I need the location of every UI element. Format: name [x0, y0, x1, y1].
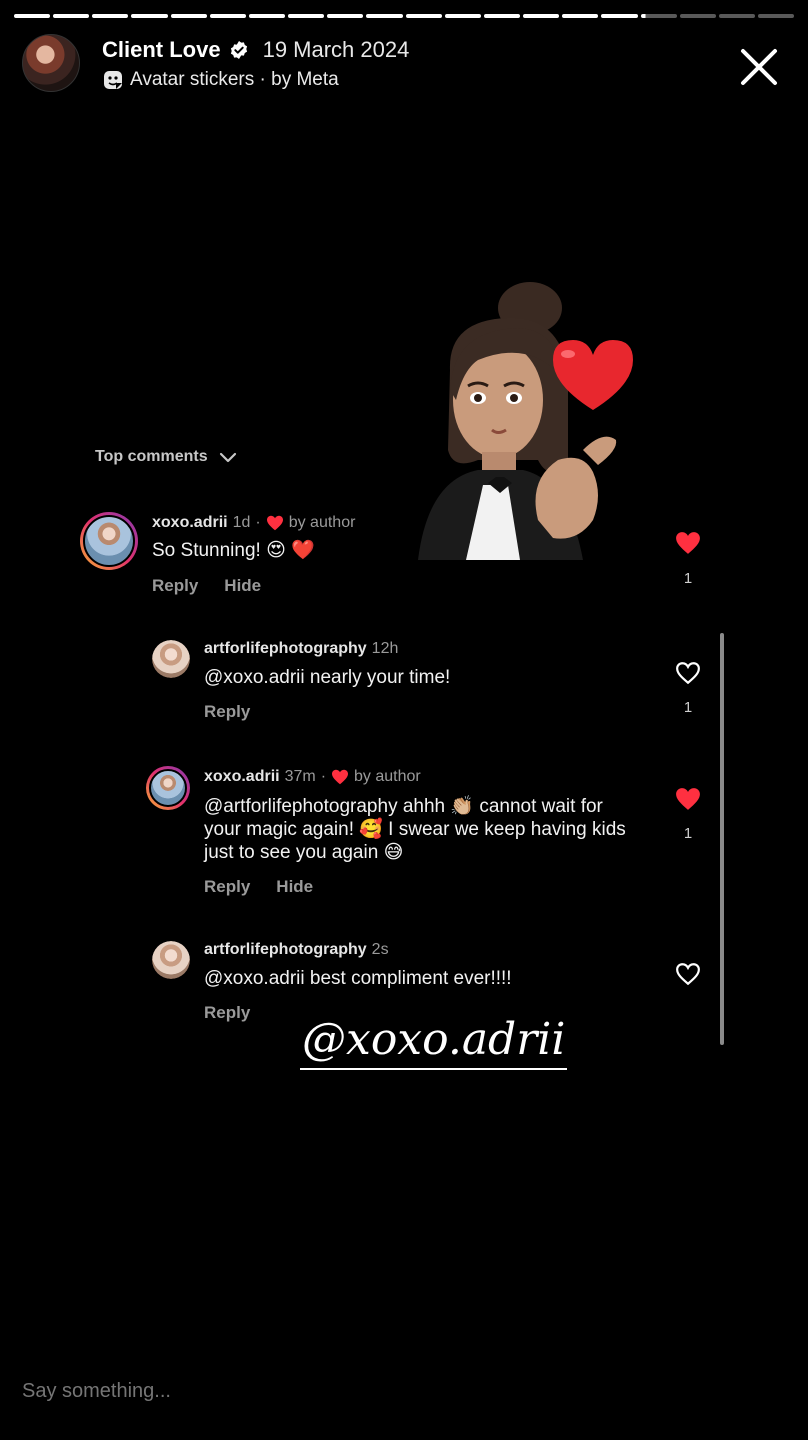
reply-bar: [0, 1300, 808, 1440]
separator-dot: ·: [255, 514, 261, 531]
progress-segment: [405, 14, 442, 18]
story-author-avatar[interactable]: [22, 34, 80, 92]
comment-time: 12h: [371, 640, 399, 657]
story-subtitle: Avatar stickers · by Meta: [130, 69, 339, 90]
progress-segment: [366, 14, 403, 18]
comment-reply: artforlifephotography 12h @xoxo.adrii ne…: [152, 640, 720, 730]
progress-segment: [444, 14, 481, 18]
liked-by-author-heart-icon: [266, 515, 283, 531]
comment-text: @artforlifephotography ahhh 👏🏼 cannot wa…: [204, 796, 626, 863]
story-progress-bar: [14, 14, 795, 18]
top-comments-label: Top comments: [95, 448, 208, 465]
like-count: 1: [683, 570, 693, 587]
comment-text: @xoxo.adrii nearly your time!: [204, 667, 451, 688]
comment-meta: artforlifephotography 2s: [204, 941, 389, 959]
story-title[interactable]: Client Love: [102, 37, 221, 63]
progress-segment: [679, 14, 716, 18]
verified-badge-icon: [230, 41, 247, 59]
comment-meta: artforlifephotography 12h: [204, 640, 398, 658]
story-title-row: Client Love 19 March 2024: [102, 37, 409, 63]
comments-scrollbar[interactable]: [720, 633, 724, 1045]
story-date: 19 March 2024: [262, 37, 410, 62]
reply-button[interactable]: Reply: [152, 576, 198, 596]
progress-segment: [601, 14, 638, 18]
progress-segment: [523, 14, 560, 18]
story-header: Client Love 19 March 2024 Avatar sticker…: [22, 34, 794, 94]
comment-meta: xoxo.adrii 1d · by author: [152, 514, 355, 532]
comment-actions: Reply: [204, 702, 250, 722]
heart-filled-icon[interactable]: [675, 531, 701, 555]
chevron-down-icon: [219, 452, 236, 463]
separator-dot: ·: [320, 768, 327, 785]
progress-segment: [131, 14, 168, 18]
progress-segment: [640, 14, 677, 18]
comment-username[interactable]: xoxo.adrii: [204, 768, 280, 786]
progress-segment: [209, 14, 246, 18]
reply-button[interactable]: Reply: [204, 877, 250, 897]
comment-username[interactable]: artforlifephotography: [204, 941, 367, 959]
progress-segment: [288, 14, 325, 18]
like-count: 1: [683, 825, 693, 842]
comment-time: 1d: [232, 514, 251, 531]
heart-filled-icon[interactable]: [675, 787, 701, 811]
heart-outline-icon[interactable]: [675, 661, 701, 685]
avatar-sticker-icon: [104, 71, 122, 89]
progress-segment: [248, 14, 286, 18]
progress-segment: [170, 14, 207, 18]
commenter-avatar[interactable]: [80, 512, 138, 570]
commenter-avatar[interactable]: [152, 941, 190, 979]
progress-segment: [483, 14, 521, 18]
reply-button[interactable]: Reply: [204, 1003, 250, 1023]
comment-username[interactable]: artforlifephotography: [204, 640, 367, 658]
progress-segment: [757, 14, 795, 18]
comment-username[interactable]: xoxo.adrii: [152, 514, 228, 532]
comment: xoxo.adrii 1d · by author So Stunning! 😍…: [80, 512, 720, 602]
commenter-avatar[interactable]: [146, 766, 190, 810]
comment-time: 37m: [284, 768, 316, 785]
by-author-label: by author: [354, 768, 421, 785]
story-subtitle-row[interactable]: Avatar stickers · by Meta: [102, 69, 339, 91]
hide-button[interactable]: Hide: [276, 877, 313, 897]
liked-by-author-heart-icon: [332, 769, 349, 785]
progress-segment: [718, 14, 755, 18]
like-count: 1: [683, 699, 693, 716]
heart-outline-icon[interactable]: [675, 962, 701, 986]
comment-time: 2s: [371, 941, 389, 958]
comment-actions: Reply Hide: [204, 877, 313, 897]
progress-segment: [92, 14, 129, 18]
reply-input[interactable]: [22, 1380, 722, 1403]
progress-segment: [562, 14, 599, 18]
by-author-label: by author: [288, 514, 356, 531]
comment-actions: Reply Hide: [152, 576, 261, 596]
progress-segment: [53, 14, 90, 18]
comment-text: So Stunning! 😍 ❤️: [152, 540, 315, 561]
commenter-avatar[interactable]: [152, 640, 190, 678]
progress-segment: [14, 14, 51, 18]
top-comments-dropdown[interactable]: Top comments: [95, 447, 238, 467]
comment-meta: xoxo.adrii 37m · by author: [204, 768, 421, 786]
comment-actions: Reply: [204, 1003, 250, 1023]
progress-segment: [327, 14, 364, 18]
hide-button[interactable]: Hide: [224, 576, 261, 596]
reply-button[interactable]: Reply: [204, 702, 250, 722]
comment-text: @xoxo.adrii best compliment ever!!!!: [204, 968, 512, 989]
comment-reply: xoxo.adrii 37m · by author @artforlifeph…: [146, 766, 720, 902]
close-icon[interactable]: [738, 46, 780, 88]
mention-sticker[interactable]: @xoxo.adrii: [300, 1012, 568, 1070]
